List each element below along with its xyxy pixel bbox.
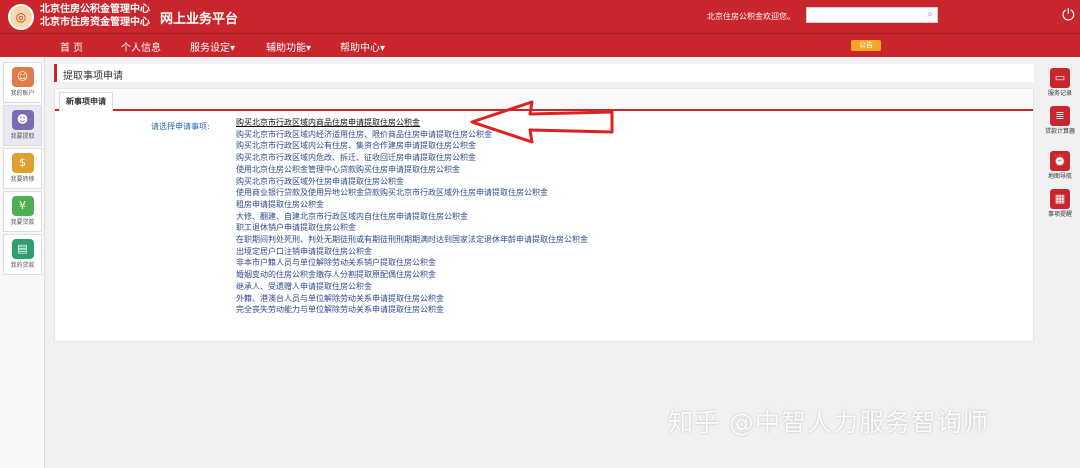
option-item[interactable]: 购买北京市行政区域外住房申请提取住房公积金: [236, 176, 588, 188]
page-title: 提取事项申请: [63, 71, 123, 82]
tab-new-application[interactable]: 新事项申请: [59, 92, 113, 111]
power-icon[interactable]: ⏻: [1062, 5, 1075, 25]
option-item[interactable]: 非本市户籍人员与单位解除劳动关系销户提取住房公积金: [236, 257, 588, 269]
option-item[interactable]: 购买北京市行政区域内危改、拆迁、征收回迁房申请提取住房公积金: [236, 152, 588, 164]
document-icon: ≣: [1050, 106, 1070, 126]
option-item[interactable]: 大修、翻建、自建北京市行政区域内自住住房申请提取住房公积金: [236, 211, 588, 223]
option-item[interactable]: 使用北京住房公积金管理中心贷款购买住房申请提取住房公积金: [236, 164, 588, 176]
watermark: 知乎 @中智人力服务智询师: [668, 408, 989, 437]
user-icon: ☺: [11, 67, 34, 87]
left-sidebar: ☺ 我的账户 ☻ 我要提取 $ 我要转移 ¥ 我要贷款 ▤ 我的贷款: [0, 57, 45, 468]
right-sidebar: ▭ 服务记录 ≣ 贷款计算器 ⏰ 地图导航 ▦ 事项提醒: [1040, 65, 1080, 225]
option-item[interactable]: 完全丧失劳动能力与单位解除劳动关系申请提取住房公积金: [236, 304, 588, 316]
rightbar-item-service-records[interactable]: ▭ 服务记录: [1042, 68, 1078, 98]
nav-item-service-settings[interactable]: 服务设定▾: [190, 39, 235, 54]
option-item[interactable]: 继承人、受遗赠人申请提取住房公积金: [236, 281, 588, 293]
logo-icon: ◎: [8, 4, 34, 30]
org-name-line1: 北京住房公积金管理中心: [40, 4, 150, 15]
sidebar-item-withdraw[interactable]: ☻ 我要提取: [3, 105, 42, 146]
alarm-clock-icon: ⏰: [1050, 151, 1070, 171]
rightbar-item-label: 贷款计算器: [1044, 128, 1075, 135]
option-item[interactable]: 在职期间判处死刑、判处无期徒刑或有期徒刑刑期期满时达到国家法定退休年龄申请提取住…: [236, 234, 588, 246]
sidebar-item-label: 我要转移: [10, 176, 35, 183]
sidebar-item-label: 我的贷款: [10, 262, 35, 269]
rightbar-item-loan-calculator[interactable]: ≣ 贷款计算器: [1042, 106, 1078, 136]
rightbar-item-label: 服务记录: [1047, 90, 1072, 97]
money-stack-icon: ▤: [11, 239, 34, 259]
select-label: 请选择申请事项:: [151, 122, 210, 131]
option-item[interactable]: 使用商业银行贷款及使用异地公积金贷款购买北京市行政区域外住房申请提取住房公积金: [236, 187, 588, 199]
annotation-arrow-icon: [470, 100, 614, 144]
monitor-icon: ▭: [1050, 68, 1070, 88]
sidebar-item-label: 我要提取: [10, 133, 35, 140]
sidebar-item-loan-apply[interactable]: ¥ 我要贷款: [3, 191, 42, 232]
option-item[interactable]: 婚姻变动的住房公积金缴存人分割提取原配偶住房公积金: [236, 269, 588, 281]
money-tag-icon: ¥: [11, 196, 34, 216]
notice-badge[interactable]: 公告: [851, 40, 881, 51]
search-icon[interactable]: ⌕: [927, 9, 933, 20]
option-item[interactable]: 职工退休销户申请提取住房公积金: [236, 222, 588, 234]
calculator-icon: ▦: [1050, 189, 1070, 209]
main-nav: 首 页 个人信息 服务设定▾ 辅助功能▾ 帮助中心▾ 公告: [0, 33, 1080, 57]
option-item[interactable]: 出境定居户口注销申请提取住房公积金: [236, 246, 588, 258]
coins-icon: $: [11, 153, 34, 173]
org-name: 北京住房公积金管理中心 北京市住房资金管理中心: [40, 3, 150, 29]
sidebar-item-label: 我要贷款: [10, 219, 35, 226]
rightbar-item-label: 事项提醒: [1047, 211, 1072, 218]
option-list: 购买北京市行政区域内商品住房申请提取住房公积金 购买北京市行政区域内经济适用住房…: [236, 117, 588, 316]
rightbar-item-map-navigation[interactable]: ⏰ 地图导航: [1042, 151, 1078, 181]
nav-item-help-center[interactable]: 帮助中心▾: [340, 39, 385, 54]
rightbar-item-label: 地图导航: [1047, 173, 1072, 180]
rightbar-item-reminders[interactable]: ▦ 事项提醒: [1042, 189, 1078, 219]
platform-title: 网上业务平台: [160, 12, 239, 27]
sidebar-item-my-account[interactable]: ☺ 我的账户: [3, 62, 42, 103]
search-input[interactable]: ⌕: [806, 7, 938, 23]
option-item[interactable]: 租房申请提取住房公积金: [236, 199, 588, 211]
users-icon: ☻: [11, 110, 34, 130]
option-item[interactable]: 外籍、港澳台人员与单位解除劳动关系申请提取住房公积金: [236, 293, 588, 305]
breadcrumb: 提取事项申请: [54, 64, 1034, 82]
sidebar-item-transfer[interactable]: $ 我要转移: [3, 148, 42, 189]
welcome-text: 北京住房公积金欢迎您。: [707, 12, 795, 21]
sidebar-item-my-loan[interactable]: ▤ 我的贷款: [3, 234, 42, 275]
top-header: ◎ 北京住房公积金管理中心 北京市住房资金管理中心 网上业务平台 北京住房公积金…: [0, 0, 1080, 33]
sidebar-item-label: 我的账户: [10, 90, 35, 97]
org-name-line2: 北京市住房资金管理中心: [40, 17, 150, 28]
nav-item-personal-info[interactable]: 个人信息: [121, 39, 161, 54]
nav-item-auxiliary[interactable]: 辅助功能▾: [266, 39, 311, 54]
nav-item-home[interactable]: 首 页: [60, 39, 83, 54]
